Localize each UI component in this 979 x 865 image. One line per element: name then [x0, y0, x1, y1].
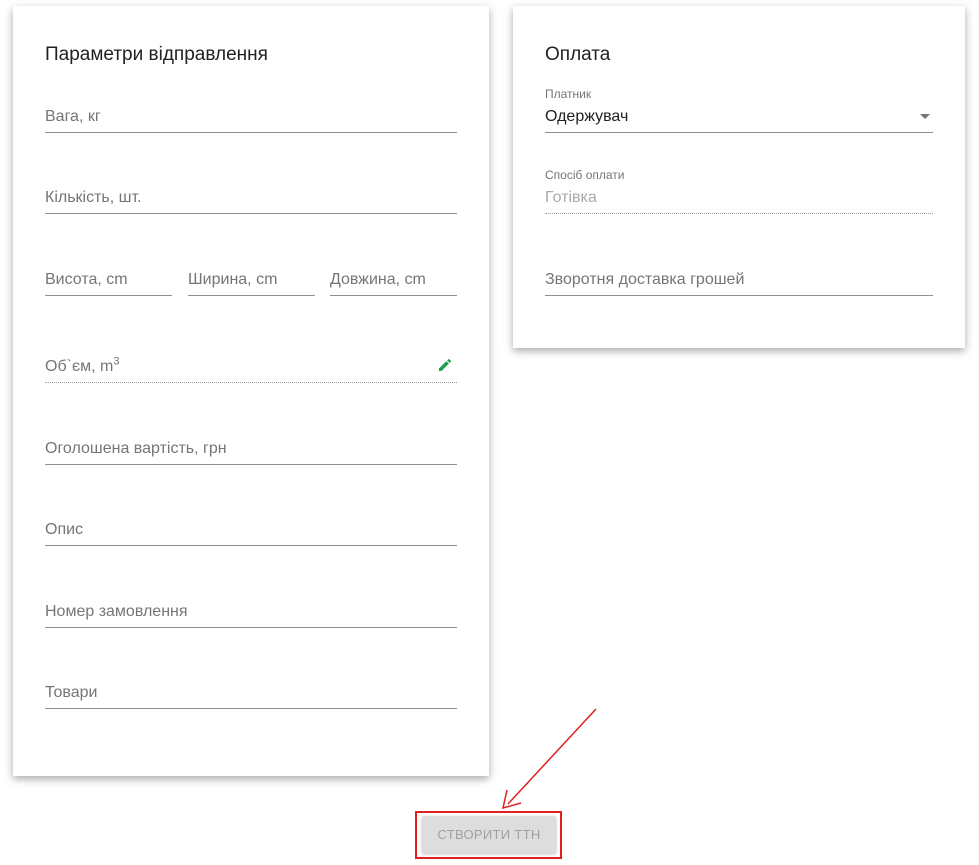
payment-method-label: Спосіб оплати [545, 168, 625, 182]
volume-field: Об`єм, m3 [45, 345, 457, 383]
payment-method-value: Готівка [545, 189, 597, 206]
goods-field[interactable]: Товари [45, 672, 457, 709]
page: Параметри відправлення Вага, кг Кількіст… [0, 0, 979, 865]
chevron-down-icon [920, 114, 930, 119]
arrow-line [507, 708, 597, 805]
width-field[interactable]: Ширина, cm [188, 259, 315, 296]
shipment-params-title: Параметри відправлення [45, 44, 268, 65]
declared-value-field[interactable]: Оголошена вартість, грн [45, 428, 457, 465]
height-placeholder: Висота, cm [45, 271, 128, 288]
order-number-placeholder: Номер замовлення [45, 603, 188, 620]
payment-title: Оплата [545, 44, 611, 65]
payment-card: Оплата Платник Одержувач Спосіб оплати Г… [513, 6, 965, 348]
volume-label-sup: 3 [113, 355, 120, 368]
create-ttn-button[interactable]: СТВОРИТИ ТТН [422, 816, 556, 853]
goods-placeholder: Товари [45, 684, 98, 701]
shipment-params-card: Параметри відправлення Вага, кг Кількіст… [13, 6, 489, 776]
quantity-placeholder: Кількість, шт. [45, 189, 142, 206]
description-placeholder: Опис [45, 521, 84, 538]
description-field[interactable]: Опис [45, 509, 457, 546]
order-number-field[interactable]: Номер замовлення [45, 591, 457, 628]
quantity-field[interactable]: Кількість, шт. [45, 177, 457, 214]
payer-select[interactable]: Платник Одержувач [545, 86, 933, 133]
declared-value-placeholder: Оголошена вартість, грн [45, 440, 227, 457]
payment-method-field: Спосіб оплати Готівка [545, 167, 933, 214]
cod-placeholder: Зворотня доставка грошей [545, 271, 745, 288]
arrow-head [501, 789, 522, 810]
volume-label-text: Об`єм, m [45, 358, 114, 375]
pencil-icon[interactable] [437, 357, 453, 373]
height-field[interactable]: Висота, cm [45, 259, 172, 296]
payer-label: Платник [545, 87, 592, 101]
length-field[interactable]: Довжина, cm [330, 259, 457, 296]
width-placeholder: Ширина, cm [188, 271, 278, 288]
weight-field[interactable]: Вага, кг [45, 96, 457, 133]
length-placeholder: Довжина, cm [330, 271, 426, 288]
cod-field[interactable]: Зворотня доставка грошей [545, 259, 933, 296]
payer-value: Одержувач [545, 108, 629, 125]
volume-label: Об`єм, m3 [45, 355, 120, 376]
weight-placeholder: Вага, кг [45, 108, 101, 125]
